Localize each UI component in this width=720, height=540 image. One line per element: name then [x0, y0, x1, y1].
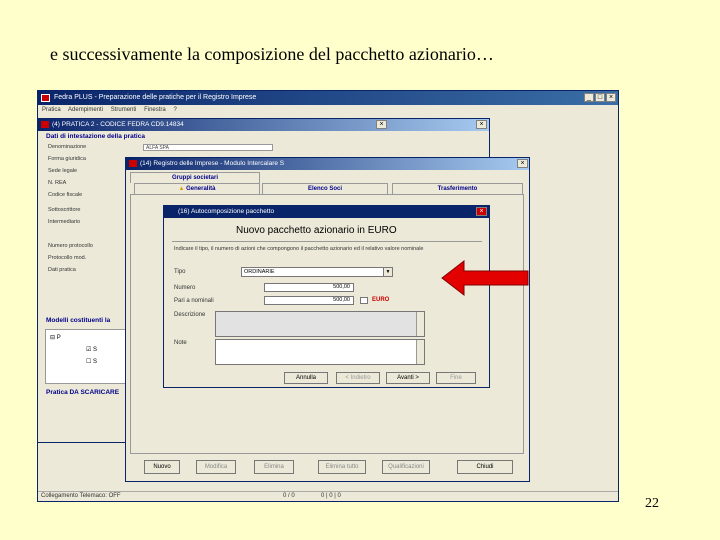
arrow-shape — [441, 259, 529, 297]
footer-title: Pratica DA SCARICARE — [46, 389, 120, 396]
dialog-heading: Nuovo pacchetto azionario in EURO — [236, 225, 397, 236]
tipo-value: ORDINARIE — [244, 269, 275, 275]
tab-elenco-soci[interactable]: Elenco Soci — [262, 183, 388, 194]
qualificazioni-button[interactable]: Qualificazioni — [382, 460, 430, 474]
pratica-title: (4) PRATICA 2 - CODICE FEDRA CD9.14834 — [52, 121, 184, 128]
nuovo-button[interactable]: Nuovo — [144, 460, 180, 474]
slide-title: e successivamente la composizione del pa… — [50, 44, 494, 64]
close-icon[interactable]: × — [376, 120, 387, 129]
scrollbar[interactable] — [416, 312, 424, 336]
scrollbar[interactable] — [416, 340, 424, 364]
chevron-down-icon[interactable]: ▼ — [383, 268, 392, 276]
field-label: Intermediario — [48, 219, 81, 225]
close-icon[interactable]: × — [476, 120, 487, 129]
dialog-title: (16) Autocomposizione pacchetto — [178, 208, 275, 215]
descrizione-label: Descrizione — [174, 312, 206, 318]
field-label: N. REA — [48, 180, 67, 186]
field-label: Sede legale — [48, 168, 78, 174]
slide-number: 22 — [645, 496, 659, 511]
section-title: Dati di intestazione della pratica — [46, 133, 145, 140]
note-field[interactable] — [215, 339, 425, 365]
fine-button[interactable]: Fine — [436, 372, 476, 384]
descrizione-field[interactable] — [215, 311, 425, 337]
currency-checkbox[interactable] — [360, 297, 368, 304]
status-cells: 0 | 0 | 0 — [321, 493, 341, 499]
minimize-icon[interactable]: _ — [584, 93, 594, 102]
field-label: Sottoscrittore — [48, 207, 81, 213]
tab-generalita[interactable]: ▲ Generalità — [134, 183, 260, 194]
dialog-instructions: Indicare il tipo, il numero di azioni ch… — [174, 246, 424, 252]
elimina-button[interactable]: Elimina — [254, 460, 294, 474]
app-title: Fedra PLUS - Preparazione delle pratiche… — [54, 94, 257, 101]
field-label: Denominazione — [48, 144, 87, 150]
red-arrow-icon — [441, 259, 529, 297]
app-logo-icon — [41, 94, 50, 102]
menu-adempimenti[interactable]: Adempimenti — [68, 107, 103, 113]
menu-pratica[interactable]: Pratica — [42, 107, 61, 113]
tree-item[interactable]: ☐ S — [86, 358, 97, 365]
field-label: Forma giuridica — [48, 156, 86, 162]
status-counter: 0 / 0 — [283, 493, 295, 499]
registro-titlebar: (14) Registro delle Imprese - Modulo Int… — [126, 158, 529, 170]
avanti-button[interactable]: Avanti > — [386, 372, 430, 384]
numero-label: Numero — [174, 285, 196, 291]
status-connection: Collegamento Telemaco: OFF — [41, 493, 121, 499]
close-icon[interactable]: × — [517, 159, 528, 168]
dialog-titlebar: (16) Autocomposizione pacchetto × — [164, 206, 489, 218]
field-label: Dati pratica — [48, 267, 76, 273]
field-label: Numero protocollo — [48, 243, 93, 249]
models-title: Modelli costituenti la — [46, 317, 111, 324]
tab-trasferimento[interactable]: Trasferimento — [392, 183, 523, 194]
note-label: Note — [174, 340, 187, 346]
registro-title: (14) Registro delle Imprese - Modulo Int… — [140, 160, 285, 167]
menu-strumenti[interactable]: Strumenti — [111, 107, 137, 113]
status-bar: Collegamento Telemaco: OFF 0 / 0 0 | 0 |… — [38, 491, 618, 501]
modifica-button[interactable]: Modifica — [196, 460, 236, 474]
menu-help[interactable]: ? — [173, 107, 176, 113]
maximize-icon[interactable]: □ — [595, 93, 605, 102]
window-icon — [41, 121, 49, 128]
window-icon — [129, 160, 137, 167]
app-titlebar: Fedra PLUS - Preparazione delle pratiche… — [38, 91, 618, 105]
annulla-button[interactable]: Annulla — [284, 372, 328, 384]
pari-input[interactable]: 500,00 — [264, 296, 354, 305]
chiudi-button[interactable]: Chiudi — [457, 460, 513, 474]
tab-gruppi[interactable]: Gruppi societari — [130, 172, 260, 183]
divider — [172, 241, 482, 242]
pratica-titlebar: (4) PRATICA 2 - CODICE FEDRA CD9.14834 ×… — [38, 119, 489, 131]
denominazione-field[interactable]: ALFA SPA — [143, 144, 273, 151]
tipo-label: Tipo — [174, 269, 186, 275]
indietro-button[interactable]: < Indietro — [336, 372, 380, 384]
close-icon[interactable]: × — [476, 207, 487, 216]
elimina-tutto-button[interactable]: Elimina tutto — [318, 460, 366, 474]
models-tree[interactable]: ⊟ P ☑ S ☐ S — [45, 329, 129, 384]
numero-input[interactable]: 500,00 — [264, 283, 354, 292]
tree-item[interactable]: ⊟ P — [50, 334, 61, 341]
menu-finestra[interactable]: Finestra — [144, 107, 166, 113]
currency-label: EURO — [372, 297, 390, 303]
tipo-select[interactable]: ORDINARIE ▼ — [241, 267, 393, 277]
field-label: Codice fiscale — [48, 192, 83, 198]
pari-label: Pari a nominali — [174, 298, 214, 304]
close-icon[interactable]: × — [606, 93, 616, 102]
tree-item[interactable]: ☑ S — [86, 346, 97, 353]
app-menubar: Pratica Adempimenti Strumenti Finestra ? — [38, 105, 618, 117]
field-label: Protocollo mod. — [48, 255, 87, 261]
warning-icon: ▲ — [178, 186, 185, 192]
